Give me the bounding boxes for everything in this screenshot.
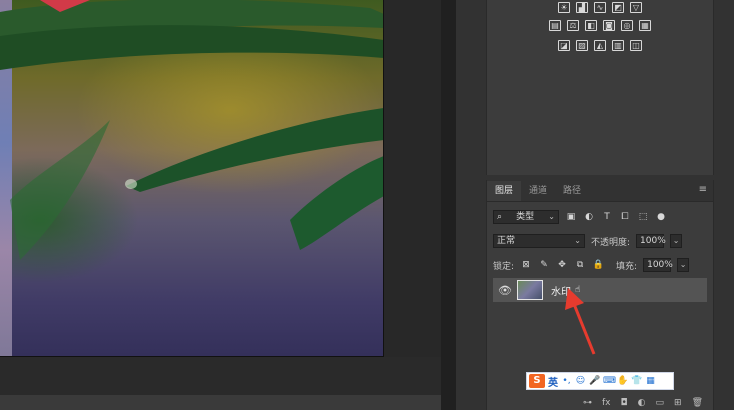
panel-menu-button[interactable]: ≡ [699,181,707,201]
layer-row[interactable]: 👁 水印 ☝ [493,278,707,302]
ime-mode-toggle[interactable]: 英 [548,374,558,389]
vibrance-icon[interactable]: ▤ [549,20,561,31]
delete-layer-icon[interactable]: 🗑 [692,398,703,408]
chevron-down-icon: ⌄ [548,212,555,221]
blurred-leaf [10,120,110,260]
exposure-icon[interactable]: ◩ [612,2,624,13]
leaf-shape [290,156,383,250]
skin-icon[interactable]: 👕 [631,376,642,387]
link-layers-icon[interactable]: ⊶ [583,398,592,408]
leaf-artwork [0,0,383,260]
blend-mode-value: 正常 [497,236,516,246]
layer-filter-row: ⌕ 类型 ⌄ ▣ ◐ T ⧠ ⬚ ● [493,210,707,224]
type-filter-icon[interactable]: T [601,211,613,223]
chevron-down-icon: ⌄ [672,236,680,245]
gradientmap-icon[interactable]: ▥ [612,40,624,51]
smartobject-filter-icon[interactable]: ⬚ [637,211,649,223]
camera-icon[interactable]: ◙ [603,20,615,31]
curves-icon[interactable]: ∿ [594,2,606,13]
opacity-value: 100% [640,236,666,246]
threshold-icon[interactable]: ◭ [594,40,606,51]
lock-fill-row: 锁定: ⊠ ✎ ✥ ⧉ 🔒 填充: 100% ⌄ [493,258,707,272]
chevron-down-icon: ⌄ [679,260,687,269]
adjustment-filter-icon[interactable]: ◐ [583,211,595,223]
water-drop [125,179,137,189]
pixel-filter-icon[interactable]: ▣ [565,211,577,223]
ime-toolbar: S 英 •, ☺ 🎤 ⌨ ✋ 👕 ▦ [526,372,674,390]
shape-filter-icon[interactable]: ⧠ [619,211,631,223]
filter-toggle-icon[interactable]: ● [655,211,667,223]
sun-icon[interactable]: ☀ [558,2,570,13]
mouse-cursor-icon: ☝ [575,285,581,295]
layer-name[interactable]: 水印 [551,283,571,298]
invert-icon[interactable]: ◪ [558,40,570,51]
fill-value: 100% [647,260,673,270]
fill-dropdown[interactable]: ⌄ [677,258,690,272]
eye-icon[interactable]: 👁 [493,284,517,297]
tab-paths[interactable]: 路径 [555,181,589,201]
lock-image-icon[interactable]: ✎ [538,259,550,271]
fill-label: 填充: [616,261,638,272]
adjustments-row: ▤ ⚖ ◧ ◙ ◎ ▦ [487,20,713,31]
opacity-input[interactable]: 100% [636,234,666,248]
bw-icon[interactable]: ◧ [585,20,597,31]
triangle-icon[interactable]: ▽ [630,2,642,13]
layer-filter-label: 类型 [516,212,535,222]
right-panel-dock: ☀ ▟ ∿ ◩ ▽ ▤ ⚖ ◧ ◙ ◎ ▦ ◪ ▨ ◭ ▥ ◫ 图层 通道 路径 ≡ ⌕ 类型 ⌄ ▣ ◐… [456,0,734,410]
new-layer-icon[interactable]: ⊞ [674,398,682,408]
leaf-shape [0,25,383,70]
canvas-image[interactable] [0,0,384,357]
adjustments-row: ☀ ▟ ∿ ◩ ▽ [487,2,713,13]
blend-mode-select[interactable]: 正常 ⌄ [493,234,585,248]
add-mask-icon[interactable]: ◘ [621,398,628,408]
emoji-icon[interactable]: ☺ [575,376,586,387]
layer-filter-select[interactable]: ⌕ 类型 ⌄ [493,210,559,224]
panel-divider [441,0,456,410]
fx-icon[interactable]: fx [602,398,611,408]
punctuation-icon[interactable]: •, [561,376,572,387]
search-icon: ⌕ [497,212,503,222]
selective-icon[interactable]: ◫ [630,40,642,51]
lock-label: 锁定: [493,261,515,272]
lock-position-icon[interactable]: ✥ [556,259,568,271]
fill-input[interactable]: 100% [643,258,673,272]
toolbox-icon[interactable]: ▦ [645,376,656,387]
tab-layers[interactable]: 图层 [487,181,522,201]
grid-icon[interactable]: ▦ [639,20,651,31]
microphone-icon[interactable]: 🎤 [589,376,600,387]
layers-bottom-toolbar: ⊶ fx ◘ ◐ ▭ ⊞ 🗑 [487,396,713,410]
keyboard-icon[interactable]: ⌨ [603,376,616,387]
adjustments-row: ◪ ▨ ◭ ▥ ◫ [487,40,713,51]
adjustments-panel: ☀ ▟ ∿ ◩ ▽ ▤ ⚖ ◧ ◙ ◎ ▦ ◪ ▨ ◭ ▥ ◫ [486,0,714,175]
lock-transparent-icon[interactable]: ⊠ [520,259,532,271]
photoshop-window: ☀ ▟ ∿ ◩ ▽ ▤ ⚖ ◧ ◙ ◎ ▦ ◪ ▨ ◭ ▥ ◫ 图层 通道 路径 ≡ ⌕ 类型 ⌄ ▣ ◐… [0,0,734,410]
layer-thumbnail[interactable] [517,280,543,300]
sogou-logo-icon[interactable]: S [529,374,545,388]
opacity-dropdown[interactable]: ⌄ [670,234,683,248]
chevron-down-icon: ⌄ [574,236,581,245]
layers-panel-tabs: 图层 通道 路径 ≡ [487,180,713,202]
blend-opacity-row: 正常 ⌄ 不透明度: 100% ⌄ [493,234,707,248]
lock-artboard-icon[interactable]: ⧉ [574,259,586,271]
new-group-icon[interactable]: ▭ [656,398,665,408]
tab-channels[interactable]: 通道 [521,181,555,201]
balance-icon[interactable]: ⚖ [567,20,579,31]
histogram-icon[interactable]: ▟ [576,2,588,13]
canvas-pasteboard-lower [0,395,441,410]
adjustment-layer-icon[interactable]: ◐ [638,398,646,408]
lock-all-icon[interactable]: 🔒 [592,259,604,271]
posterize-icon[interactable]: ▨ [576,40,588,51]
handwriting-icon[interactable]: ✋ [617,376,628,387]
opacity-label: 不透明度: [591,237,631,248]
mixer-icon[interactable]: ◎ [621,20,633,31]
document-canvas-area[interactable] [0,0,441,410]
